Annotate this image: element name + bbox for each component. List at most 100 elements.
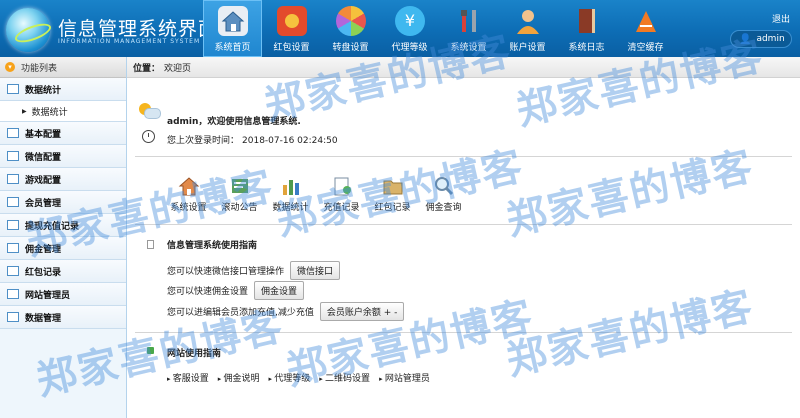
nav-label: 系统设置 — [450, 43, 487, 53]
arrow-icon: ▶ — [22, 107, 27, 115]
welcome-message: admin，欢迎使用信息管理系统. — [167, 114, 301, 127]
folder-icon — [7, 84, 19, 94]
guide-row: 您可以快速微信接口管理操作 微信接口 — [167, 261, 341, 280]
folder-icon — [7, 289, 19, 299]
wechat-interface-button[interactable]: 微信接口 — [290, 261, 341, 280]
sidebar-item-stats[interactable]: 数据统计 — [0, 78, 126, 101]
sidebar-subitem-label: 数据统计 — [31, 107, 68, 118]
folder-icon — [7, 220, 19, 230]
nav-agent-level[interactable]: ¥ 代理等级 — [380, 0, 439, 57]
welcome-user: admin — [167, 117, 199, 127]
guide-text: 您可以快速佣金设置 — [167, 287, 249, 297]
nav-label: 红包设置 — [273, 43, 310, 53]
sidebar-subitem-stats[interactable]: ▶ 数据统计 — [0, 101, 126, 122]
brand-title: 信息管理系统界面 — [58, 18, 219, 40]
sidebar-item-admins[interactable]: 网站管理员 — [0, 283, 126, 306]
site-link[interactable]: 佣金说明 — [218, 371, 260, 384]
last-login: 您上次登录时间： 2018-07-16 02:24:50 — [167, 133, 338, 146]
sidebar-item-data[interactable]: 数据管理 — [0, 306, 126, 329]
sidebar-item-game[interactable]: 游戏配置 — [0, 168, 126, 191]
username: admin — [756, 34, 785, 44]
main-nav: 系统首页 红包设置 转盘设置 ¥ 代理等级 系统设置 账户设置 系统日志 清空缓… — [203, 0, 675, 57]
sidebar-title: 功能列表 — [21, 63, 58, 74]
quick-system-settings[interactable]: 系统设置 — [163, 175, 214, 213]
quick-label: 红包记录 — [374, 203, 411, 213]
quick-links: 系统设置 滚动公告 数据统计 充值记录 红包记录 佣金查询 — [163, 175, 469, 213]
nav-red-packet[interactable]: 红包设置 — [262, 0, 321, 57]
sidebar-item-label: 网站管理员 — [25, 290, 71, 301]
site-link[interactable]: 二维码设置 — [319, 371, 370, 384]
sidebar-item-members[interactable]: 会员管理 — [0, 191, 126, 214]
sidebar-item-label: 会员管理 — [25, 198, 62, 209]
clock-icon — [142, 130, 155, 143]
last-login-time: 2018-07-16 02:24:50 — [242, 136, 338, 146]
nav-system-settings[interactable]: 系统设置 — [439, 0, 498, 57]
weather-icon — [139, 103, 161, 119]
home-icon — [218, 6, 248, 36]
tools-icon — [454, 6, 484, 36]
last-login-label: 您上次登录时间： — [167, 136, 240, 146]
recharge-icon — [331, 175, 353, 197]
quick-label: 滚动公告 — [221, 203, 258, 213]
brand-subtitle: INFORMATION MANAGEMENT SYSTEM GUI — [58, 38, 217, 45]
guide-row: 您可以进编辑会员添加充值,减少充值 会员账户余额 + - — [167, 302, 405, 321]
nav-label: 清空缓存 — [627, 43, 664, 53]
quick-commission[interactable]: 佣金查询 — [418, 175, 469, 213]
nav-clear-cache[interactable]: 清空缓存 — [616, 0, 675, 57]
sidebar-item-label: 数据管理 — [25, 313, 62, 324]
wheel-icon — [336, 6, 366, 36]
folder-icon — [7, 197, 19, 207]
nav-label: 代理等级 — [391, 43, 428, 53]
announcement-icon — [229, 175, 251, 197]
sidebar-item-withdraw[interactable]: 提现充值记录 — [0, 214, 126, 237]
red-packet-icon — [277, 6, 307, 36]
sidebar: ▾ 功能列表 数据统计 ▶ 数据统计 基本配置 微信配置 游戏配置 会员管理 提… — [0, 57, 127, 418]
globe-logo-icon — [6, 8, 50, 52]
nav-label: 账户设置 — [509, 43, 546, 53]
quick-label: 数据统计 — [272, 203, 309, 213]
sidebar-item-label: 佣金管理 — [25, 244, 62, 255]
site-guide-icon — [147, 347, 154, 354]
quick-recharge[interactable]: 充值记录 — [316, 175, 367, 213]
guide-title: 信息管理系统使用指南 — [167, 241, 258, 251]
sidebar-item-label: 提现充值记录 — [25, 221, 80, 232]
site-link[interactable]: 代理等级 — [269, 371, 310, 384]
sidebar-item-redpacket[interactable]: 红包记录 — [0, 260, 126, 283]
nav-home[interactable]: 系统首页 — [203, 0, 262, 57]
divider — [135, 332, 792, 333]
quick-label: 充值记录 — [323, 203, 360, 213]
sidebar-item-label: 基本配置 — [25, 129, 62, 140]
member-balance-button[interactable]: 会员账户余额 + - — [319, 302, 405, 321]
commission-settings-button[interactable]: 佣金设置 — [254, 281, 305, 300]
guide-text: 您可以进编辑会员添加充值,减少充值 — [167, 308, 314, 318]
sidebar-item-basic[interactable]: 基本配置 — [0, 122, 126, 145]
top-header: 信息管理系统界面 INFORMATION MANAGEMENT SYSTEM G… — [0, 0, 800, 57]
sidebar-item-commission[interactable]: 佣金管理 — [0, 237, 126, 260]
quick-announcement[interactable]: 滚动公告 — [214, 175, 265, 213]
site-link[interactable]: 网站管理员 — [379, 371, 430, 384]
nav-account-settings[interactable]: 账户设置 — [498, 0, 557, 57]
folder-icon — [382, 175, 404, 197]
sidebar-item-wechat[interactable]: 微信配置 — [0, 145, 126, 168]
nav-system-log[interactable]: 系统日志 — [557, 0, 616, 57]
sidebar-item-label: 红包记录 — [25, 267, 62, 278]
site-guide-links: 客服设置 佣金说明 代理等级 二维码设置 网站管理员 — [167, 371, 439, 384]
clear-cache-icon — [631, 6, 661, 36]
user-badge[interactable]: 👤 admin — [730, 30, 792, 48]
breadcrumb-current[interactable]: 欢迎页 — [164, 61, 191, 74]
folder-icon — [7, 151, 19, 161]
quick-label: 系统设置 — [170, 203, 207, 213]
site-link[interactable]: 客服设置 — [167, 371, 209, 384]
folder-icon — [7, 266, 19, 276]
folder-icon — [7, 174, 19, 184]
sidebar-item-label: 数据统计 — [25, 85, 62, 96]
nav-wheel[interactable]: 转盘设置 — [321, 0, 380, 57]
house-icon — [178, 175, 200, 197]
sidebar-item-label: 微信配置 — [25, 152, 62, 163]
quick-label: 佣金查询 — [425, 203, 462, 213]
quick-redpacket[interactable]: 红包记录 — [367, 175, 418, 213]
yen-icon: ¥ — [395, 6, 425, 36]
logout-link[interactable]: 退出 — [772, 12, 790, 25]
quick-stats[interactable]: 数据统计 — [265, 175, 316, 213]
folder-icon — [7, 128, 19, 138]
